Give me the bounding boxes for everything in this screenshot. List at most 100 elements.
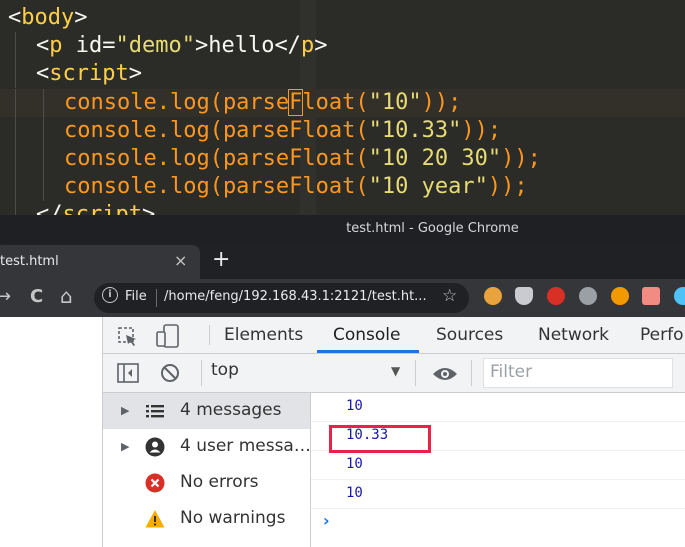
console-log[interactable]: 10 10.33 10 10 › xyxy=(311,393,685,547)
extension-extra-icon[interactable] xyxy=(674,287,685,305)
new-tab-button[interactable]: + xyxy=(212,247,230,272)
home-icon[interactable]: ⌂ xyxy=(60,284,73,308)
filter-box xyxy=(483,358,673,388)
tab-close-icon[interactable]: × xyxy=(174,251,187,270)
extension-glasses-icon[interactable] xyxy=(611,287,629,305)
sidebar-item-user-messages[interactable]: ▶ 4 user messa… xyxy=(103,429,311,465)
log-row[interactable]: 10 xyxy=(311,480,685,509)
code-token: </ xyxy=(36,202,63,215)
inspect-element-icon[interactable] xyxy=(117,326,139,348)
log-row[interactable]: 10 xyxy=(311,451,685,480)
code-token: > xyxy=(128,61,142,86)
tab-console[interactable]: Console xyxy=(333,325,401,345)
omnibox-url[interactable]: /home/feng/192.168.43.1:2121/test.ht... xyxy=(164,289,427,304)
annotation-highlight-box xyxy=(329,425,431,453)
browser-tab[interactable]: test.html × xyxy=(0,245,200,279)
code-line[interactable]: console.log(parseFloat("10 year")); xyxy=(64,173,528,201)
extension-chart-icon[interactable] xyxy=(642,287,660,305)
context-dropdown-icon[interactable]: ▼ xyxy=(391,364,400,378)
warning-icon xyxy=(145,510,165,528)
code-token: < xyxy=(8,5,22,30)
tab-network[interactable]: Network xyxy=(538,325,609,345)
info-icon[interactable]: i xyxy=(102,287,118,303)
console-prompt-icon[interactable]: › xyxy=(323,511,330,530)
indent-guide xyxy=(15,117,16,145)
extension-shield-icon[interactable] xyxy=(515,287,533,305)
sidebar-item-label: No errors xyxy=(180,472,259,492)
toolbar-divider xyxy=(201,360,202,386)
code-token: < xyxy=(36,33,50,58)
clear-console-icon[interactable] xyxy=(160,363,180,383)
indent-guide xyxy=(15,32,16,60)
code-token: >hello</ xyxy=(194,33,301,58)
sidebar-item-messages[interactable]: ▶ 4 messages xyxy=(103,393,310,429)
indent-guide xyxy=(15,145,16,173)
code-token: "10.33" xyxy=(368,118,462,143)
sidebar-item-label: No warnings xyxy=(180,508,286,528)
code-token: script xyxy=(62,202,142,215)
indent-guide xyxy=(43,89,44,117)
show-sidebar-icon[interactable] xyxy=(117,363,139,383)
omnibox-divider xyxy=(156,289,157,307)
code-token: loat( xyxy=(302,90,369,115)
sidebar-item-label: 4 user messa… xyxy=(180,436,311,456)
code-token: id= xyxy=(62,33,116,58)
code-line[interactable]: console.log(parseFloat("10.33")); xyxy=(64,117,501,145)
expand-arrow-icon[interactable]: ▶ xyxy=(121,404,129,417)
tab-elements[interactable]: Elements xyxy=(224,325,303,345)
code-token: console.log(parseFloat( xyxy=(64,118,369,143)
code-editor[interactable]: <body> <p id="demo">hello</p> <script> cons… xyxy=(0,0,685,215)
code-token: body xyxy=(21,5,75,30)
devtools-tabbar: Elements Console Sources Network Perfor xyxy=(103,317,685,354)
sidebar-item-errors[interactable]: No errors xyxy=(103,465,310,501)
reload-icon[interactable]: C xyxy=(30,286,43,307)
tab-sources[interactable]: Sources xyxy=(436,325,503,345)
bookmark-star-icon[interactable]: ☆ xyxy=(442,286,457,306)
tab-title: test.html xyxy=(0,254,59,269)
console-sidebar: ▶ 4 messages ▶ 4 user messa… No errors N… xyxy=(103,393,311,547)
code-token: "demo" xyxy=(115,33,195,58)
code-line[interactable]: console.log(parseFloat("10")); xyxy=(64,89,461,117)
filter-input[interactable] xyxy=(484,359,672,385)
code-line[interactable]: <p id="demo">hello</p> xyxy=(36,32,327,60)
code-token: script xyxy=(49,61,129,86)
extension-owl-icon[interactable] xyxy=(484,287,502,305)
log-value: 10 xyxy=(346,398,363,414)
code-line[interactable]: </script> xyxy=(36,201,155,215)
toolbar-divider xyxy=(471,360,472,386)
indent-guide xyxy=(43,145,44,173)
list-icon xyxy=(146,405,164,418)
text-cursor: F xyxy=(288,89,304,116)
tab-strip: test.html × + xyxy=(0,243,685,279)
code-token: "10" xyxy=(368,90,422,115)
code-line[interactable]: <body> xyxy=(8,4,87,32)
code-token: console.log(parseFloat( xyxy=(64,146,369,171)
page-content[interactable] xyxy=(0,317,102,547)
sidebar-item-label: 4 messages xyxy=(180,400,282,420)
extension-compass-icon[interactable] xyxy=(579,287,597,305)
active-tab-indicator xyxy=(317,350,419,353)
code-token: )); xyxy=(421,90,462,115)
code-token: p xyxy=(49,33,63,58)
code-line[interactable]: <script> xyxy=(36,60,142,88)
context-selector[interactable]: top xyxy=(211,360,239,380)
extension-hand-icon[interactable] xyxy=(547,287,565,305)
omnibox[interactable]: i File /home/feng/192.168.43.1:2121/test… xyxy=(94,283,469,313)
code-token: )); xyxy=(461,118,502,143)
live-expression-eye-icon[interactable] xyxy=(432,366,458,382)
device-toolbar-icon[interactable] xyxy=(155,324,181,348)
user-icon xyxy=(145,437,165,457)
code-token: )); xyxy=(487,174,528,199)
code-token: "10 year" xyxy=(368,174,488,199)
indent-guide xyxy=(43,117,44,145)
code-line[interactable]: console.log(parseFloat("10 20 30")); xyxy=(64,145,541,173)
toolbar-divider xyxy=(415,360,416,386)
log-row[interactable]: 10 xyxy=(311,393,685,422)
forward-icon[interactable]: → xyxy=(0,286,11,307)
sidebar-item-warnings[interactable]: No warnings xyxy=(103,501,310,537)
tab-performance[interactable]: Perfor xyxy=(640,325,685,345)
code-token: > xyxy=(314,33,328,58)
expand-arrow-icon[interactable]: ▶ xyxy=(121,440,129,453)
error-icon xyxy=(145,473,165,493)
code-token: > xyxy=(74,5,88,30)
